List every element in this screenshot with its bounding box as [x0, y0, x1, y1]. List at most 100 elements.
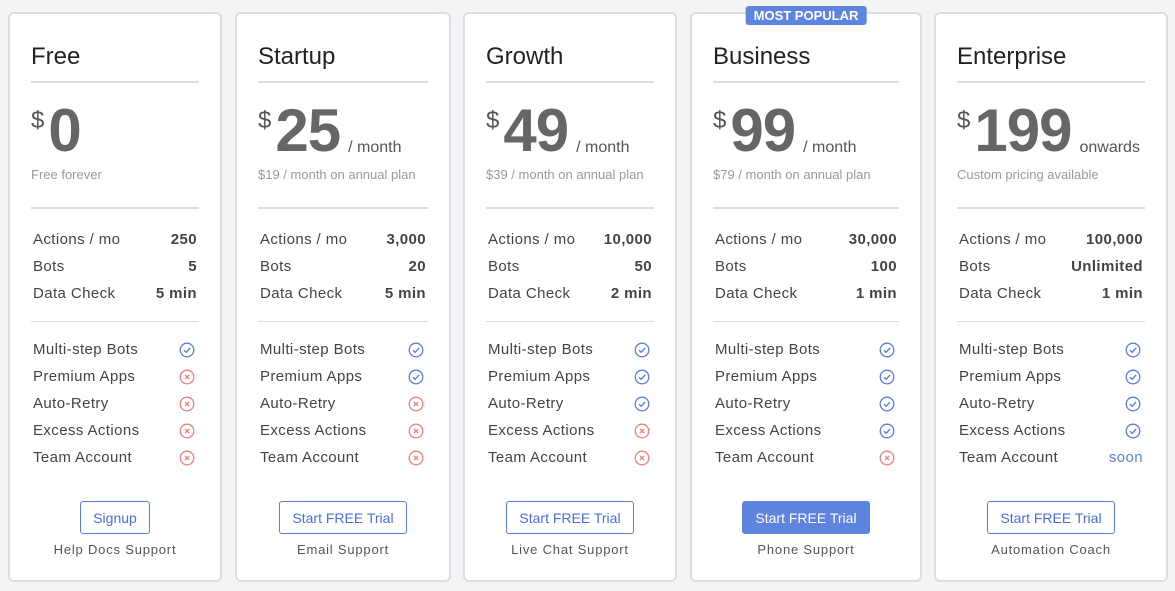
limit-row: Actions / mo 10,000 [486, 226, 654, 253]
limit-label: Actions / mo [488, 231, 576, 248]
limit-row: Data Check 5 min [258, 280, 428, 307]
limit-value: 5 min [155, 285, 197, 302]
feature-label: Team Account [715, 449, 815, 466]
price: $ 199 onwards [957, 99, 1145, 161]
check-icon [879, 423, 897, 439]
check-icon [634, 369, 652, 385]
limit-value: 5 [188, 258, 197, 275]
cross-icon [179, 423, 197, 439]
price-amount: 99 [730, 97, 796, 164]
feature-row: Team Account soon [957, 444, 1145, 471]
cross-icon [408, 450, 426, 466]
plan-limits: Actions / mo 100,000 Bots Unlimited Data… [957, 226, 1145, 322]
limit-value: 100,000 [1085, 231, 1143, 248]
check-icon [408, 369, 426, 385]
feature-row: Auto-Retry [258, 390, 428, 417]
feature-row: Multi-step Bots [957, 336, 1145, 363]
currency-symbol: $ [486, 107, 500, 134]
feature-label: Premium Apps [959, 368, 1062, 385]
cross-icon [179, 450, 197, 466]
price-subtext: $39 / month on annual plan [486, 167, 654, 209]
feature-row: Auto-Retry [957, 390, 1145, 417]
currency-symbol: $ [258, 107, 272, 134]
limit-row: Bots Unlimited [957, 253, 1145, 280]
price-period: / month [576, 139, 630, 156]
limit-label: Actions / mo [959, 231, 1047, 248]
support-level: Email Support [296, 542, 390, 557]
feature-row: Auto-Retry [713, 390, 899, 417]
feature-label: Auto-Retry [488, 395, 564, 412]
plan-card-free: Free $ 0 Free forever Actions / mo 250 B… [8, 12, 222, 582]
feature-row: Team Account [258, 444, 428, 471]
plan-card-growth: Growth $ 49 / month $39 / month on annua… [463, 12, 677, 582]
check-icon [408, 342, 426, 358]
plan-card-startup: Startup $ 25 / month $19 / month on annu… [235, 12, 451, 582]
limit-label: Data Check [715, 285, 798, 302]
limit-value: 250 [170, 231, 197, 248]
limit-label: Data Check [33, 285, 116, 302]
feature-row: Premium Apps [486, 363, 654, 390]
business-cta-button[interactable]: Start FREE Trial [742, 501, 870, 534]
plan-limits: Actions / mo 30,000 Bots 100 Data Check … [713, 226, 899, 322]
check-icon [1125, 423, 1143, 439]
support-level: Help Docs Support [53, 542, 177, 557]
feature-label: Premium Apps [715, 368, 818, 385]
limit-value: 1 min [1101, 285, 1143, 302]
cross-icon [408, 423, 426, 439]
check-icon [879, 342, 897, 358]
price-amount: 49 [503, 97, 569, 164]
feature-label: Multi-step Bots [488, 341, 594, 358]
currency-symbol: $ [31, 107, 45, 134]
limit-row: Data Check 2 min [486, 280, 654, 307]
limit-row: Actions / mo 100,000 [957, 226, 1145, 253]
check-icon [1125, 396, 1143, 412]
feature-label: Auto-Retry [959, 395, 1035, 412]
feature-row: Multi-step Bots [486, 336, 654, 363]
plan-features: Multi-step Bots Premium Apps Auto-Retry … [31, 336, 199, 471]
feature-row: Auto-Retry [486, 390, 654, 417]
feature-row: Premium Apps [713, 363, 899, 390]
growth-cta-button[interactable]: Start FREE Trial [506, 501, 634, 534]
feature-row: Excess Actions [486, 417, 654, 444]
check-icon [879, 369, 897, 385]
plan-features: Multi-step Bots Premium Apps Auto-Retry … [486, 336, 654, 471]
free-cta-button[interactable]: Signup [80, 501, 150, 534]
feature-row: Multi-step Bots [713, 336, 899, 363]
limit-value: 3,000 [386, 231, 426, 248]
limit-row: Bots 50 [486, 253, 654, 280]
price-period: / month [348, 139, 402, 156]
limit-value: 30,000 [848, 231, 897, 248]
enterprise-cta-button[interactable]: Start FREE Trial [987, 501, 1115, 534]
price: $ 49 / month [486, 99, 654, 161]
plan-card-business: MOST POPULAR Business $ 99 / month $79 /… [690, 6, 922, 582]
check-icon [879, 396, 897, 412]
feature-label: Multi-step Bots [260, 341, 366, 358]
feature-row: Multi-step Bots [31, 336, 199, 363]
limit-value: 10,000 [603, 231, 652, 248]
feature-label: Team Account [959, 449, 1059, 466]
limit-label: Bots [715, 258, 747, 275]
limit-label: Bots [33, 258, 65, 275]
check-icon [1125, 369, 1143, 385]
price-subtext: $19 / month on annual plan [258, 167, 428, 209]
feature-row: Excess Actions [258, 417, 428, 444]
check-icon [634, 396, 652, 412]
price: $ 0 [31, 99, 199, 161]
feature-label: Excess Actions [715, 422, 822, 439]
feature-label: Team Account [488, 449, 588, 466]
startup-cta-button[interactable]: Start FREE Trial [279, 501, 407, 534]
plan-features: Multi-step Bots Premium Apps Auto-Retry … [258, 336, 428, 471]
currency-symbol: $ [713, 107, 727, 134]
cross-icon [179, 369, 197, 385]
price-subtext: Free forever [31, 167, 199, 209]
plan-card-enterprise: Enterprise $ 199 onwards Custom pricing … [934, 12, 1168, 582]
soon-label: soon [1108, 449, 1143, 466]
feature-row: Excess Actions [957, 417, 1145, 444]
limit-value: 20 [408, 258, 426, 275]
support-level: Automation Coach [991, 542, 1111, 557]
feature-label: Multi-step Bots [715, 341, 821, 358]
feature-label: Excess Actions [488, 422, 595, 439]
price-subtext: Custom pricing available [957, 167, 1145, 209]
limit-row: Data Check 5 min [31, 280, 199, 307]
feature-label: Team Account [260, 449, 360, 466]
